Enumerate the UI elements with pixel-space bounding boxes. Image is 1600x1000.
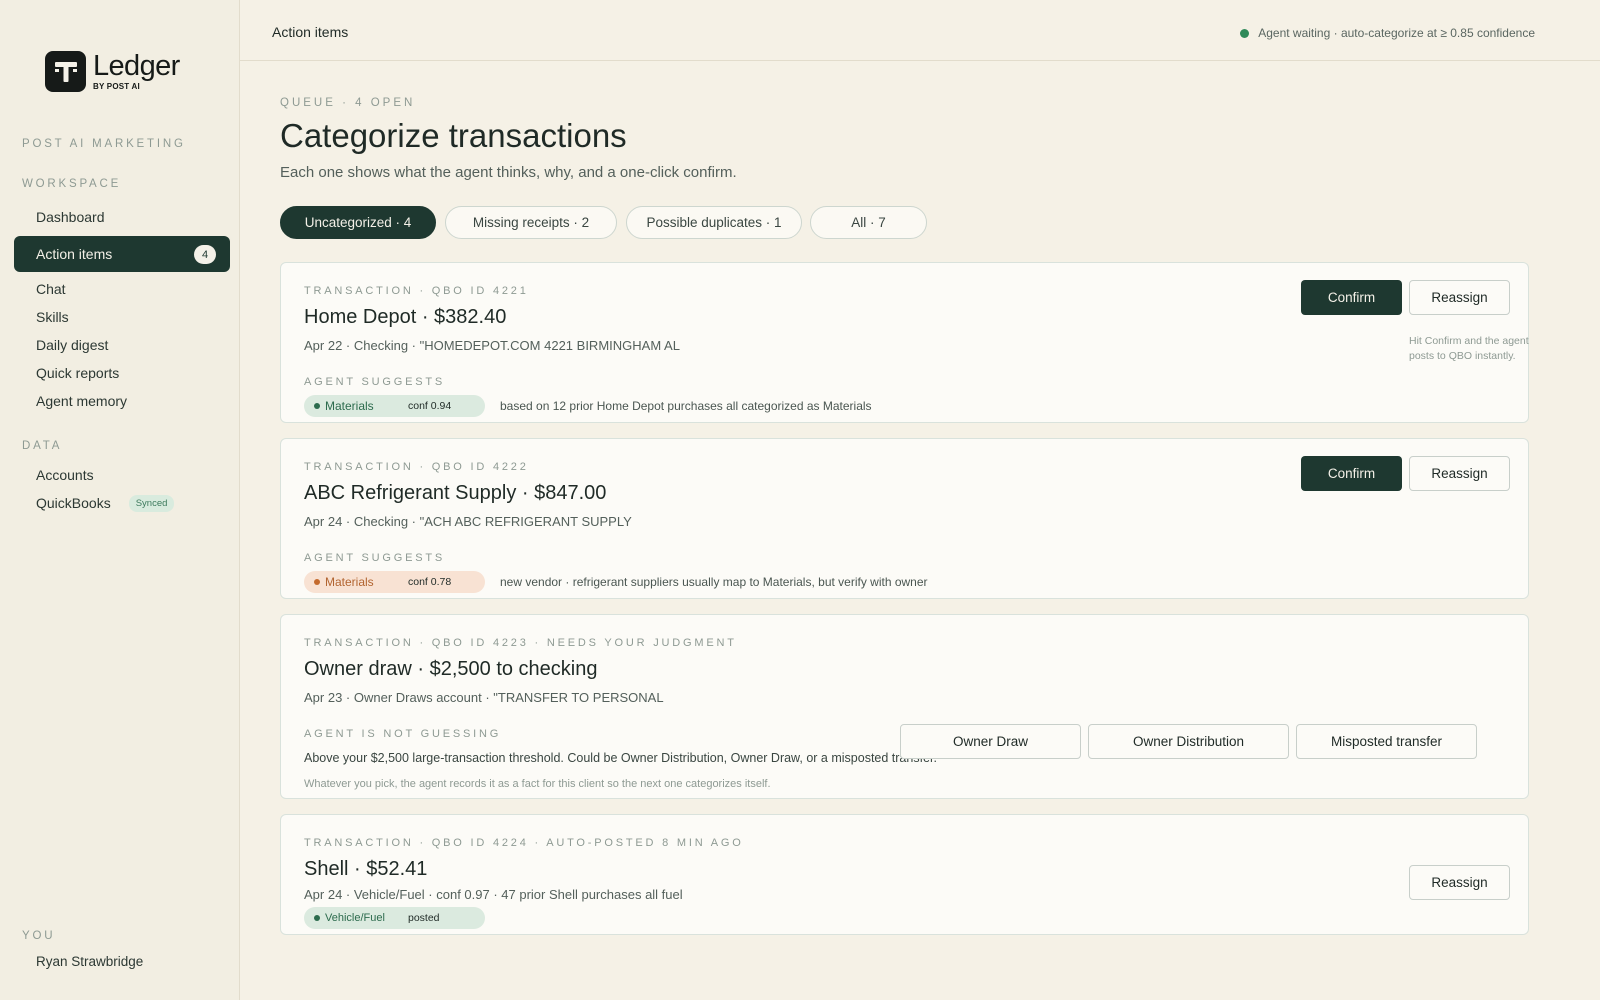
transaction-card: TRANSACTION · QBO ID 4222 ABC Refrigeran… <box>280 438 1529 599</box>
org-name: POST AI MARKETING <box>22 138 186 150</box>
transaction-eyebrow: TRANSACTION · QBO ID 4223 · NEEDS YOUR J… <box>304 637 737 649</box>
you-section-label: YOU <box>22 930 56 942</box>
logo-byline: BY POST AI <box>93 82 140 91</box>
page-title: Categorize transactions <box>280 117 627 154</box>
sidebar-item-agent-memory[interactable]: Agent memory <box>14 383 230 419</box>
transaction-meta: Apr 24 · Vehicle/Fuel · conf 0.97 · 47 p… <box>304 887 683 902</box>
sidebar-item-label: Daily digest <box>36 337 109 353</box>
owner-draw-option-button[interactable]: Owner Draw <box>900 724 1081 759</box>
sidebar-item-label: Agent memory <box>36 393 128 409</box>
queue-eyebrow: QUEUE · 4 OPEN <box>280 97 416 109</box>
suggested-category-chip: Materials conf 0.78 <box>304 571 485 593</box>
sidebar-item-label: Dashboard <box>36 209 105 225</box>
sidebar: Ledger BY POST AI POST AI MARKETING WORK… <box>0 0 240 1000</box>
sidebar-item-quickbooks[interactable]: QuickBooks Synced <box>14 485 230 521</box>
confidence-value: conf 0.78 <box>408 576 452 588</box>
posted-category: Vehicle/Fuel <box>325 912 385 924</box>
sidebar-item-dashboard[interactable]: Dashboard <box>14 199 230 235</box>
sidebar-item-label: Action items <box>36 246 113 262</box>
filter-missing-receipts[interactable]: Missing receipts · 2 <box>445 206 617 239</box>
workspace-section-label: WORKSPACE <box>22 178 122 190</box>
suggestion-reason: based on 12 prior Home Depot purchases a… <box>500 399 872 413</box>
action-items-count-badge: 4 <box>194 245 216 264</box>
transaction-card: TRANSACTION · QBO ID 4223 · NEEDS YOUR J… <box>280 614 1529 799</box>
sidebar-item-label: Skills <box>36 309 69 325</box>
posted-dot-icon <box>314 915 320 921</box>
misposted-transfer-option-button[interactable]: Misposted transfer <box>1296 724 1477 759</box>
confidence-dot-icon <box>314 403 320 409</box>
judgment-note: Whatever you pick, the agent records it … <box>304 778 771 790</box>
status-dot-icon <box>1240 28 1250 38</box>
data-section-label: DATA <box>22 440 63 452</box>
transaction-title: Home Depot · $382.40 <box>304 306 507 328</box>
reassign-button[interactable]: Reassign <box>1409 865 1510 900</box>
confidence-dot-icon <box>314 579 320 585</box>
owner-distribution-option-button[interactable]: Owner Distribution <box>1088 724 1289 759</box>
agent-status: Agent waiting · auto-categorize at ≥ 0.8… <box>1240 26 1535 40</box>
transaction-title: Shell · $52.41 <box>304 858 428 880</box>
synced-status-badge: Synced <box>128 494 175 512</box>
agent-suggests-label: AGENT SUGGESTS <box>304 552 446 564</box>
filter-uncategorized[interactable]: Uncategorized · 4 <box>280 206 436 239</box>
posted-status: posted <box>408 912 440 924</box>
posted-category-chip: Vehicle/Fuel posted <box>304 907 485 929</box>
suggested-category: Materials <box>325 399 374 413</box>
confidence-value: conf 0.94 <box>408 400 452 412</box>
ledger-logo-icon <box>45 51 86 92</box>
sidebar-item-action-items[interactable]: Action items 4 <box>14 236 230 272</box>
reassign-button[interactable]: Reassign <box>1409 280 1510 315</box>
ledger-logo[interactable]: Ledger BY POST AI <box>45 51 180 92</box>
sidebar-item-label: Quick reports <box>36 365 120 381</box>
filter-possible-duplicates[interactable]: Possible duplicates · 1 <box>626 206 802 239</box>
user-name[interactable]: Ryan Strawbridge <box>36 954 143 969</box>
suggested-category: Materials <box>325 575 374 589</box>
page-subtitle: Each one shows what the agent thinks, wh… <box>280 164 737 181</box>
suggested-category-chip: Materials conf 0.94 <box>304 395 485 417</box>
top-bar: Action items Agent waiting · auto-catego… <box>240 0 1600 61</box>
sidebar-item-label: Chat <box>36 281 66 297</box>
logo-wordmark: Ledger <box>93 50 180 82</box>
transaction-eyebrow: TRANSACTION · QBO ID 4221 <box>304 285 529 297</box>
filter-all[interactable]: All · 7 <box>810 206 927 239</box>
agent-not-guessing-label: AGENT IS NOT GUESSING <box>304 728 502 740</box>
agent-suggests-label: AGENT SUGGESTS <box>304 376 446 388</box>
transaction-title: ABC Refrigerant Supply · $847.00 <box>304 482 607 504</box>
transaction-title: Owner draw · $2,500 to checking <box>304 658 598 680</box>
confirm-button[interactable]: Confirm <box>1301 280 1402 315</box>
page-breadcrumb: Action items <box>272 24 349 40</box>
transaction-card: TRANSACTION · QBO ID 4221 Home Depot · $… <box>280 262 1529 423</box>
agent-status-text: Agent waiting · auto-categorize at ≥ 0.8… <box>1258 26 1535 40</box>
sidebar-item-label: Accounts <box>36 467 94 483</box>
confirm-button[interactable]: Confirm <box>1301 456 1402 491</box>
reassign-button[interactable]: Reassign <box>1409 456 1510 491</box>
confirm-hint: Hit Confirm and the agent posts to QBO i… <box>1409 335 1529 362</box>
transaction-meta: Apr 24 · Checking · "ACH ABC REFRIGERANT… <box>304 514 632 529</box>
transaction-meta: Apr 22 · Checking · "HOMEDEPOT.COM 4221 … <box>304 338 680 353</box>
transaction-eyebrow: TRANSACTION · QBO ID 4222 <box>304 461 529 473</box>
sidebar-item-label: QuickBooks <box>36 495 111 511</box>
transaction-eyebrow: TRANSACTION · QBO ID 4224 · AUTO-POSTED … <box>304 837 744 849</box>
transaction-card: TRANSACTION · QBO ID 4224 · AUTO-POSTED … <box>280 814 1529 935</box>
transaction-meta: Apr 23 · Owner Draws account · "TRANSFER… <box>304 690 664 705</box>
suggestion-reason: new vendor · refrigerant suppliers usual… <box>500 575 928 589</box>
judgment-explanation: Above your $2,500 large-transaction thre… <box>304 751 937 765</box>
